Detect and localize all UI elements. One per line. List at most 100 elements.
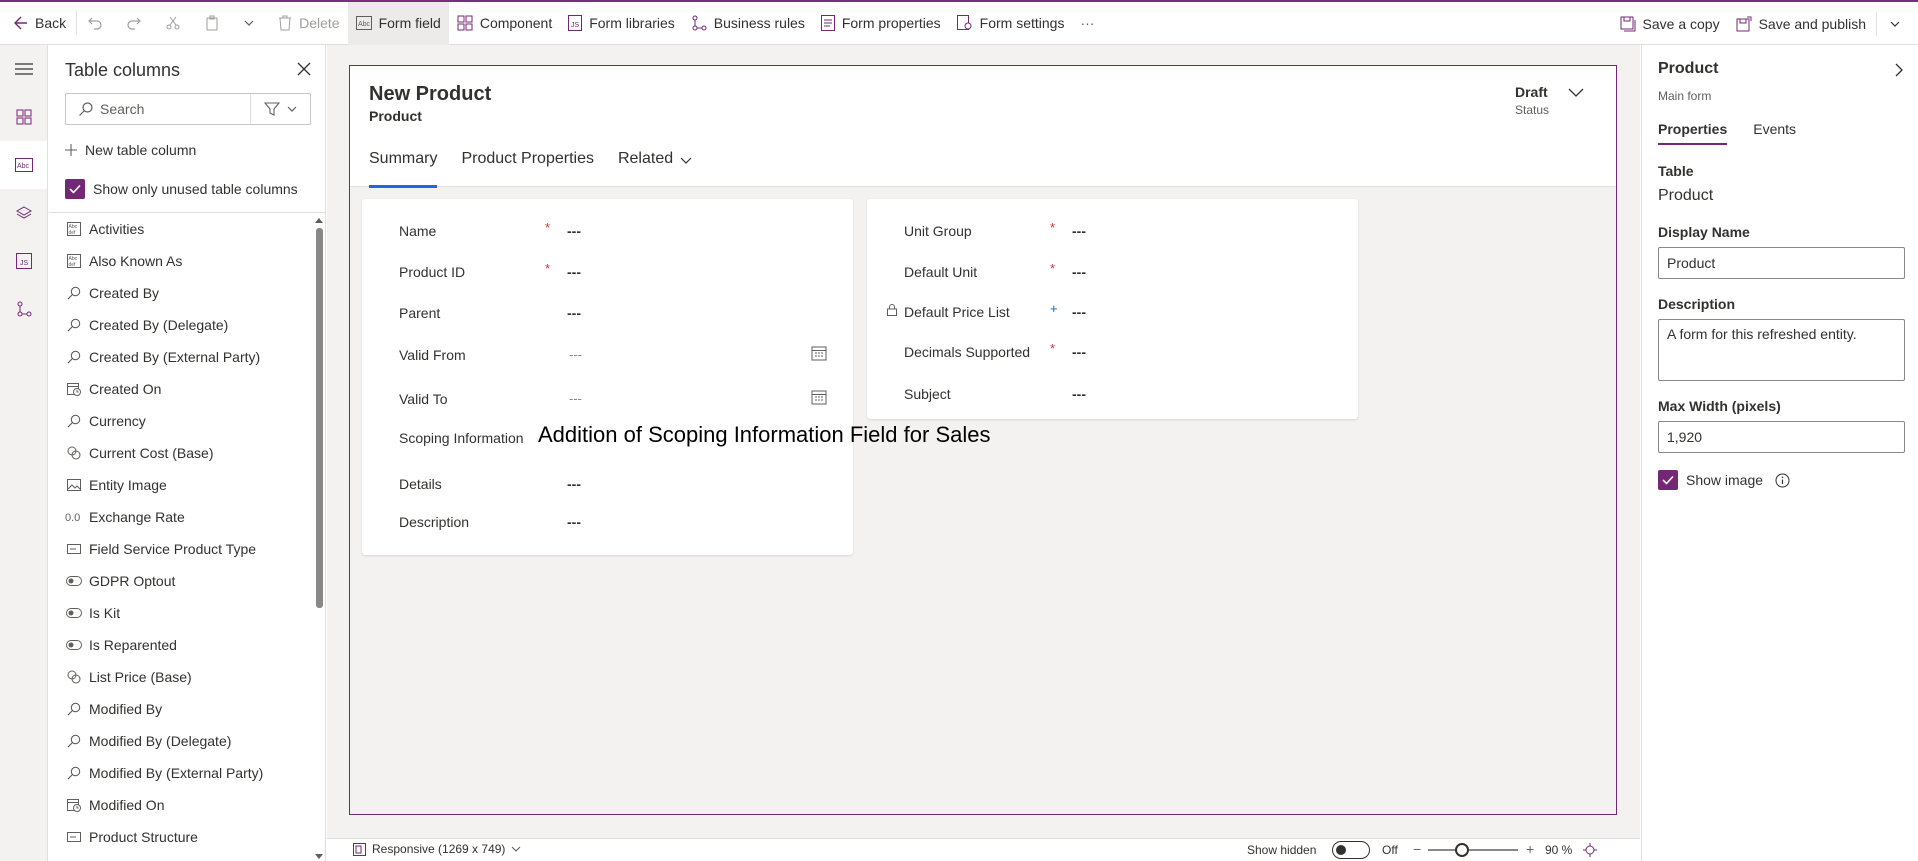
column-item[interactable]: Modified On <box>49 789 313 821</box>
column-item[interactable]: Modified By (Delegate) <box>49 725 313 757</box>
show-image-checkbox[interactable]: Show image <box>1658 470 1790 490</box>
fit-to-screen-button[interactable] <box>1583 843 1597 857</box>
redo-icon <box>127 17 141 30</box>
column-item-label: Field Service Product Type <box>89 541 257 557</box>
zoom-out-button[interactable]: − <box>1413 841 1421 857</box>
close-pane-button[interactable] <box>297 62 311 76</box>
search-input[interactable] <box>100 101 240 117</box>
description-field[interactable]: A form for this refreshed entity. <box>1658 319 1905 381</box>
rail-tree-view[interactable] <box>0 189 47 237</box>
date-picker-button[interactable] <box>811 345 827 361</box>
column-item[interactable]: 0.0 Exchange Rate <box>49 501 313 533</box>
header-expand-button[interactable] <box>1568 88 1584 98</box>
toggle-icon <box>65 640 83 650</box>
tab-summary[interactable]: Summary <box>369 144 447 188</box>
column-item[interactable]: Created On <box>49 373 313 405</box>
form-settings-button[interactable]: Form settings <box>949 2 1073 45</box>
display-name-field[interactable] <box>1658 247 1905 279</box>
business-rules-button[interactable]: Business rules <box>683 2 813 45</box>
redo-button[interactable] <box>118 2 157 45</box>
more-commands-button[interactable]: ··· <box>1072 2 1102 45</box>
column-item[interactable]: GDPR Optout <box>49 565 313 597</box>
column-item[interactable]: Field Service Product Type <box>49 533 313 565</box>
form-preview[interactable]: New Product Product Draft Status Summary… <box>349 65 1617 815</box>
fit-screen-icon <box>1583 843 1597 857</box>
column-item[interactable]: Currency <box>49 405 313 437</box>
form-section-right[interactable]: Unit Group * --- Default Unit * --- Defa… <box>867 199 1358 419</box>
tab-related[interactable]: Related <box>618 144 702 187</box>
column-list-scrollbar[interactable] <box>314 213 324 861</box>
field-default-unit[interactable]: Default Unit * --- <box>867 258 1358 288</box>
undo-button[interactable] <box>79 2 118 45</box>
collapse-pane-button[interactable] <box>1894 63 1904 77</box>
info-icon[interactable] <box>1775 473 1790 488</box>
zoom-slider-thumb[interactable] <box>1455 843 1470 857</box>
field-valid-to[interactable]: Valid To --- <box>362 385 853 415</box>
save-copy-label: Save a copy <box>1642 15 1720 32</box>
column-item[interactable]: Entity Image <box>49 469 313 501</box>
column-item-label: Modified By (External Party) <box>89 765 264 781</box>
column-item[interactable]: Current Cost (Base) <box>49 437 313 469</box>
tab-events[interactable]: Events <box>1753 121 1796 145</box>
required-marker: * <box>545 261 551 276</box>
form-field-button[interactable]: Abc Form field <box>347 1 449 45</box>
hamburger-menu-button[interactable] <box>0 45 47 93</box>
field-parent[interactable]: Parent --- <box>362 299 853 329</box>
column-item[interactable]: List Price (Base) <box>49 661 313 693</box>
column-item[interactable]: Is Kit <box>49 597 313 629</box>
save-dropdown-button[interactable] <box>1879 2 1918 45</box>
save-copy-button[interactable]: Save a copy <box>1612 2 1728 45</box>
text-field-icon: Abc <box>355 16 372 30</box>
field-decimals-supported[interactable]: Decimals Supported * --- <box>867 338 1358 368</box>
column-item[interactable]: Abc def Also Known As <box>49 245 313 277</box>
status-field[interactable]: Draft Status <box>1515 84 1549 117</box>
zoom-in-button[interactable]: + <box>1526 841 1534 857</box>
field-description[interactable]: Description --- <box>362 508 853 538</box>
column-item[interactable]: Abc def Activities <box>49 213 313 245</box>
paste-dropdown-button[interactable] <box>235 2 270 45</box>
delete-button[interactable]: Delete <box>270 2 347 45</box>
cut-button[interactable] <box>157 2 196 45</box>
paste-button[interactable] <box>196 2 235 45</box>
form-libraries-button[interactable]: JS Form libraries <box>560 2 683 45</box>
scrollbar-thumb[interactable] <box>316 228 323 608</box>
component-button[interactable]: Component <box>449 2 560 45</box>
column-item[interactable]: Created By <box>49 277 313 309</box>
show-hidden-toggle[interactable] <box>1332 841 1370 859</box>
field-scoping-information[interactable]: Scoping Information Addition of Scoping … <box>362 422 990 454</box>
column-item[interactable]: Created By (Delegate) <box>49 309 313 341</box>
column-item[interactable]: Modified By <box>49 693 313 725</box>
column-item[interactable]: Is Reparented <box>49 629 313 661</box>
column-item-label: Modified By (Delegate) <box>89 733 232 749</box>
max-width-field[interactable] <box>1658 421 1905 453</box>
field-name[interactable]: Name * --- <box>362 217 853 247</box>
field-label: Default Unit <box>904 264 978 280</box>
filter-button[interactable] <box>250 94 310 124</box>
date-picker-button[interactable] <box>811 389 827 405</box>
form-section-left[interactable]: Name * --- Product ID * --- Parent --- V… <box>362 199 990 555</box>
field-default-price-list[interactable]: Default Price List + --- <box>867 298 1358 328</box>
rail-table-columns[interactable]: Abc <box>0 141 47 189</box>
show-unused-checkbox[interactable]: Show only unused table columns <box>65 179 298 199</box>
field-product-id[interactable]: Product ID * --- <box>362 258 853 288</box>
tab-product-properties[interactable]: Product Properties <box>461 144 604 187</box>
column-item[interactable]: Product Structure <box>49 821 313 853</box>
rail-business-rules[interactable] <box>0 285 47 333</box>
field-subject[interactable]: Subject --- <box>867 380 1358 410</box>
new-table-column-button[interactable]: New table column <box>65 142 196 158</box>
field-valid-from[interactable]: Valid From --- <box>362 341 853 371</box>
column-item[interactable]: Modified By (External Party) <box>49 757 313 789</box>
properties-tabs: Properties Events <box>1658 121 1796 145</box>
zoom-slider[interactable] <box>1428 843 1518 857</box>
back-button[interactable]: Back <box>0 2 74 45</box>
checkbox-checked <box>65 179 85 199</box>
save-publish-button[interactable]: Save and publish <box>1728 2 1874 45</box>
rail-form-libraries[interactable]: JS <box>0 237 47 285</box>
rail-components[interactable] <box>0 93 47 141</box>
column-item[interactable]: Created By (External Party) <box>49 341 313 373</box>
field-unit-group[interactable]: Unit Group * --- <box>867 217 1358 247</box>
tab-properties[interactable]: Properties <box>1658 121 1728 145</box>
field-details[interactable]: Details --- <box>362 470 853 500</box>
form-properties-button[interactable]: Form properties <box>813 2 949 45</box>
responsive-dropdown[interactable]: Responsive (1269 x 749) <box>353 842 521 856</box>
